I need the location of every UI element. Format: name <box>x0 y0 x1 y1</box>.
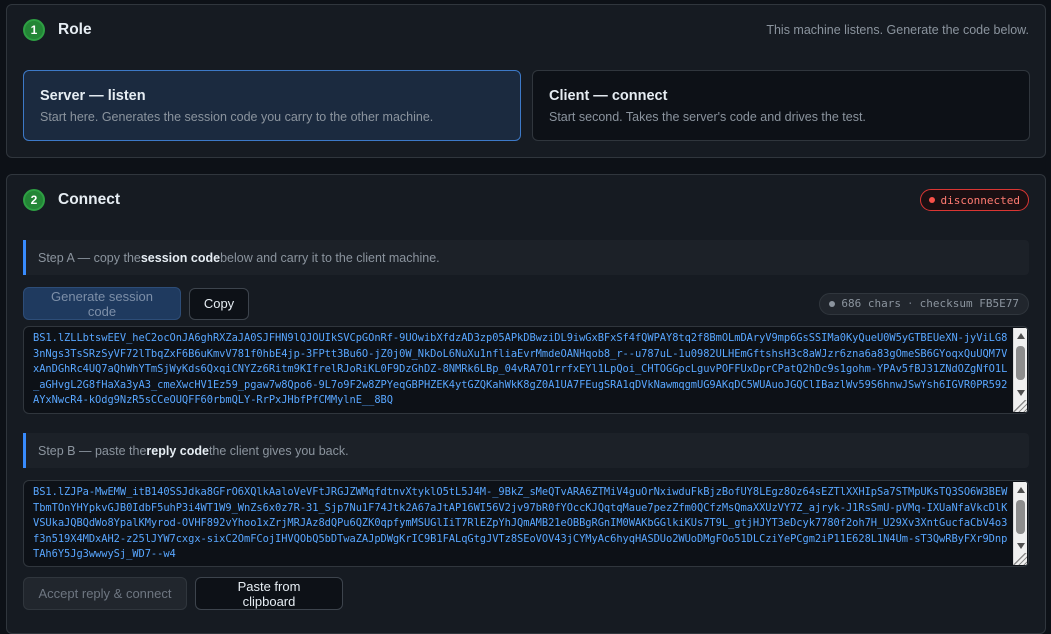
session-code-textarea[interactable]: BS1.lZLLbtswEEV_heC2ocOnJA6ghRXZaJA0SJFH… <box>23 326 1029 414</box>
connect-card: 2 Connect disconnected Step A — copy the… <box>6 174 1046 634</box>
connection-status-text: disconnected <box>940 193 1020 207</box>
scrollbar-thumb[interactable] <box>1016 500 1025 534</box>
role-option-server[interactable]: Server — listen Start here. Generates th… <box>23 70 521 141</box>
reply-code-text: BS1.lZJPa-MwEMW_itB140SSJdka8GFrO6XQlkAa… <box>33 486 1008 560</box>
meta-dot-icon <box>829 300 836 307</box>
copy-button[interactable]: Copy <box>189 287 249 320</box>
reply-code-scrollbar[interactable] <box>1013 482 1027 565</box>
session-code-scrollbar[interactable] <box>1013 328 1027 412</box>
role-option-client[interactable]: Client — connect Start second. Takes the… <box>532 70 1030 141</box>
session-code-checksum: checksum FB5E77 <box>919 297 1019 310</box>
reply-code-actions: Accept reply & connect Paste from clipbo… <box>23 577 1029 610</box>
step-b-suffix: the client gives you back. <box>208 443 349 458</box>
step-badge-2: 2 <box>23 189 45 211</box>
step-b-prefix: Step B — paste the <box>38 443 147 458</box>
generate-session-code-button[interactable]: Generate session code <box>23 287 181 320</box>
scrollbar-thumb[interactable] <box>1016 346 1025 380</box>
resize-grip-icon[interactable] <box>1013 400 1027 412</box>
role-header: 1 Role This machine listens. Generate th… <box>23 19 1029 41</box>
role-hint: This machine listens. Generate the code … <box>766 23 1029 37</box>
step-a-suffix: below and carry it to the client machine… <box>220 250 440 265</box>
scroll-up-arrow-icon[interactable] <box>1017 333 1025 339</box>
role-option-client-title: Client — connect <box>549 88 668 104</box>
accept-reply-connect-button[interactable]: Accept reply & connect <box>23 577 187 610</box>
connect-header: 2 Connect disconnected <box>23 189 1029 211</box>
scroll-down-arrow-icon[interactable] <box>1017 543 1025 549</box>
step-badge-1: 1 <box>23 19 45 41</box>
session-code-meta-badge: 686 chars · checksum FB5E77 <box>819 292 1029 315</box>
role-option-server-description: Start here. Generates the session code y… <box>40 110 434 124</box>
step-a-prefix: Step A — copy the <box>38 250 141 265</box>
scroll-down-arrow-icon[interactable] <box>1017 390 1025 396</box>
session-code-text: BS1.lZLLbtswEEV_heC2ocOnJA6ghRXZaJA0SJFH… <box>33 332 1008 406</box>
scroll-up-arrow-icon[interactable] <box>1017 487 1025 493</box>
session-code-length: 686 chars <box>841 297 902 310</box>
session-code-actions: Generate session code Copy 686 chars · c… <box>23 287 1029 320</box>
status-dot-icon <box>928 197 935 203</box>
reply-code-textarea[interactable]: BS1.lZJPa-MwEMW_itB140SSJdka8GFrO6XQlkAa… <box>23 480 1029 567</box>
connect-title: Connect <box>58 191 120 208</box>
paste-from-clipboard-button[interactable]: Paste from clipboard <box>195 577 343 610</box>
role-title: Role <box>58 21 92 38</box>
role-option-client-description: Start second. Takes the server's code an… <box>549 110 866 124</box>
connection-status-badge: disconnected <box>919 189 1029 211</box>
resize-grip-icon[interactable] <box>1013 553 1027 565</box>
role-option-server-title: Server — listen <box>40 88 146 104</box>
meta-separator: · <box>907 297 914 310</box>
step-a-emphasis: session code <box>140 250 221 265</box>
role-card: 1 Role This machine listens. Generate th… <box>6 4 1046 158</box>
step-b-emphasis: reply code <box>146 443 209 458</box>
step-a-instruction: Step A — copy the session code below and… <box>23 240 1029 275</box>
step-b-instruction: Step B — paste the reply code the client… <box>23 433 1029 468</box>
